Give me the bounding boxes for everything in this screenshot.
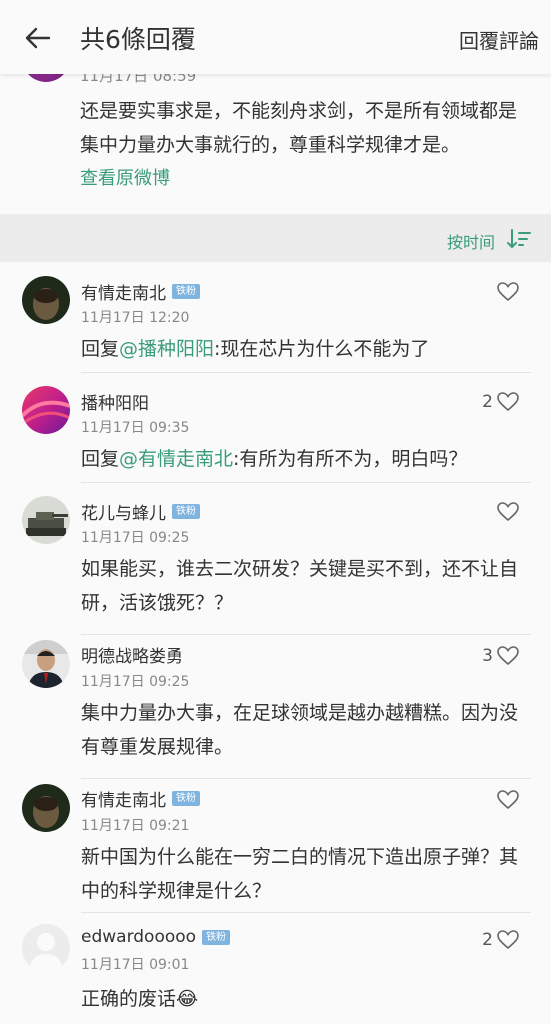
post-text: 还是要实事求是，不能刻舟求剑，不是所有领域都是集中力量办大事就行的，尊重科学规律…: [80, 100, 518, 156]
comment-time: 11月17日 09:35: [81, 420, 190, 436]
avatar[interactable]: [22, 496, 70, 544]
name-row: 明德战略娄勇: [81, 642, 183, 667]
comment-body: :有所为有所不为，明白吗？: [233, 448, 468, 470]
reply-comment-button[interactable]: 回覆評論: [459, 25, 539, 54]
username[interactable]: 有情走南北: [81, 279, 166, 304]
divider: [81, 778, 531, 779]
name-row: 播种阳阳: [81, 389, 149, 414]
avatar[interactable]: [22, 386, 70, 434]
comment-text: 新中国为什么能在一穷二白的情况下造出原子弹？其中的科学规律是什么？: [81, 846, 519, 902]
name-row: 有情走南北 铁粉: [81, 279, 200, 304]
comment-text: 回复@有情走南北:有所为有所不为，明白吗？: [81, 442, 531, 476]
comment-time: 11月17日 09:25: [81, 674, 190, 690]
name-row: edwardooooo 铁粉: [81, 927, 231, 947]
name-row: 有情走南北 铁粉: [81, 786, 200, 811]
laugh-cry-emoji-icon: 😂: [176, 988, 199, 1010]
like-button[interactable]: 2: [482, 930, 519, 950]
username[interactable]: 播种阳阳: [81, 389, 149, 414]
top-bar: 共6條回覆 回覆評論: [0, 0, 551, 74]
original-post: 11月17日 08:59 还是要实事求是，不能刻舟求剑，不是所有领域都是集中力量…: [0, 74, 551, 214]
comment-text: 回复@播种阳阳:现在芯片为什么不能为了: [81, 332, 531, 366]
fan-badge: 铁粉: [202, 929, 231, 945]
mention-link[interactable]: @播种阳阳: [119, 338, 214, 360]
comment-text: 集中力量办大事，在足球领域是越办越糟糕。因为没有尊重发展规律。: [81, 702, 519, 758]
avatar[interactable]: [22, 276, 70, 324]
comment-body: :现在芯片为什么不能为了: [214, 338, 430, 360]
heart-icon: [497, 392, 519, 412]
like-count: 3: [482, 646, 493, 666]
reply-prefix: 回复: [81, 338, 120, 360]
comment-text: 如果能买，谁去二次研发？关键是买不到，还不让自研，活该饿死？？: [81, 558, 519, 614]
page-title: 共6條回覆: [80, 25, 196, 54]
fan-badge: 铁粉: [172, 791, 200, 806]
like-button[interactable]: [493, 282, 519, 302]
heart-icon: [497, 282, 519, 302]
reply-prefix: 回复: [81, 448, 120, 470]
comment-time: 11月17日 09:21: [81, 818, 190, 834]
avatar[interactable]: [22, 74, 70, 82]
sort-bar: 按时间: [0, 214, 551, 262]
sort-order-icon[interactable]: [507, 228, 531, 250]
username[interactable]: edwardooooo: [81, 927, 196, 947]
mention-link[interactable]: @有情走南北: [119, 448, 233, 470]
like-button[interactable]: 3: [482, 646, 519, 666]
comment-time: 11月17日 09:01: [81, 957, 190, 973]
avatar[interactable]: [22, 640, 70, 688]
comment-body: 正确的废话: [81, 988, 177, 1010]
like-button[interactable]: 2: [482, 392, 519, 412]
name-row: 花儿与蜂儿 铁粉: [81, 499, 200, 524]
fan-badge: 铁粉: [172, 284, 200, 299]
heart-icon: [497, 790, 519, 810]
comment-time: 11月17日 12:20: [81, 310, 190, 326]
back-arrow-icon[interactable]: [22, 22, 54, 54]
like-count: 2: [482, 392, 493, 412]
view-original-weibo-link[interactable]: 查看原微博: [80, 164, 170, 190]
avatar[interactable]: [22, 784, 70, 832]
heart-icon: [497, 930, 519, 950]
divider: [81, 482, 531, 483]
like-count: 2: [482, 930, 493, 950]
post-time: 11月17日 08:59: [80, 74, 197, 85]
username[interactable]: 明德战略娄勇: [81, 642, 183, 667]
comment-time: 11月17日 09:25: [81, 530, 190, 546]
divider: [81, 912, 531, 913]
divider: [81, 372, 531, 373]
username[interactable]: 有情走南北: [81, 786, 166, 811]
like-button[interactable]: [493, 790, 519, 810]
fan-badge: 铁粉: [172, 504, 200, 519]
like-button[interactable]: [493, 502, 519, 522]
divider: [81, 634, 531, 635]
comment-text: 正确的废话😂: [81, 982, 531, 1016]
sort-by-time-button[interactable]: 按时间: [447, 229, 495, 253]
heart-icon: [497, 502, 519, 522]
avatar[interactable]: [22, 924, 70, 972]
username[interactable]: 花儿与蜂儿: [81, 499, 166, 524]
heart-icon: [497, 646, 519, 666]
